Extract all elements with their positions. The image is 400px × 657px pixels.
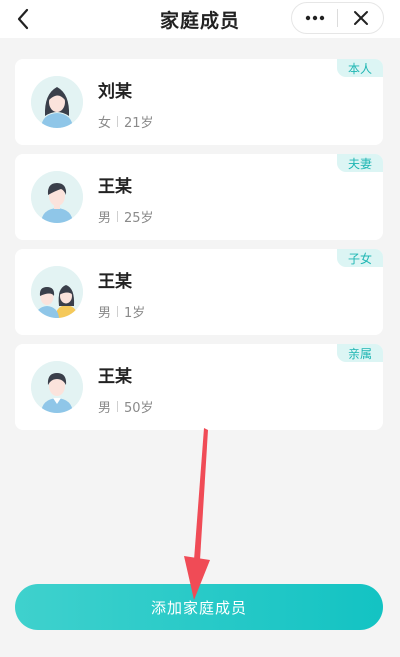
member-info: 女 21岁 [98,112,154,131]
more-dots-icon [305,15,324,21]
male-avatar-icon [31,361,83,413]
member-age: 21岁 [124,116,154,131]
member-age: 1岁 [124,306,146,321]
top-navbar: 家庭成员 [0,0,400,38]
member-name: 王某 [98,367,132,387]
member-age: 50岁 [124,401,154,416]
member-card[interactable]: 刘某 女 21岁 本人 [15,59,383,145]
member-card[interactable]: 王某 男 50岁 亲属 [15,344,383,430]
member-name: 刘某 [98,82,132,102]
member-gender: 男 [98,401,112,416]
member-name: 王某 [98,272,132,292]
member-gender: 男 [98,211,112,226]
male-avatar-icon [31,171,83,223]
female-avatar-icon [31,76,83,128]
member-info: 男 50岁 [98,397,154,416]
relation-tag: 子女 [337,249,383,267]
member-info: 男 25岁 [98,207,154,226]
relation-tag: 亲属 [337,344,383,362]
relation-tag: 夫妻 [337,154,383,172]
info-divider [117,306,119,317]
add-family-member-button[interactable]: 添加家庭成员 [15,584,383,630]
info-divider [117,116,119,127]
mini-program-capsule [291,2,384,34]
close-button[interactable] [338,3,383,33]
member-age: 25岁 [124,211,154,226]
member-gender: 男 [98,306,112,321]
member-card[interactable]: 王某 男 25岁 夫妻 [15,154,383,240]
relation-tag: 本人 [337,59,383,77]
info-divider [117,401,119,412]
member-name: 王某 [98,177,132,197]
close-icon [353,11,368,25]
member-info: 男 1岁 [98,302,145,321]
member-card[interactable]: 王某 男 1岁 子女 [15,249,383,335]
more-button[interactable] [292,3,337,33]
info-divider [117,211,119,222]
children-avatar-icon [31,266,83,318]
member-gender: 女 [98,116,112,131]
